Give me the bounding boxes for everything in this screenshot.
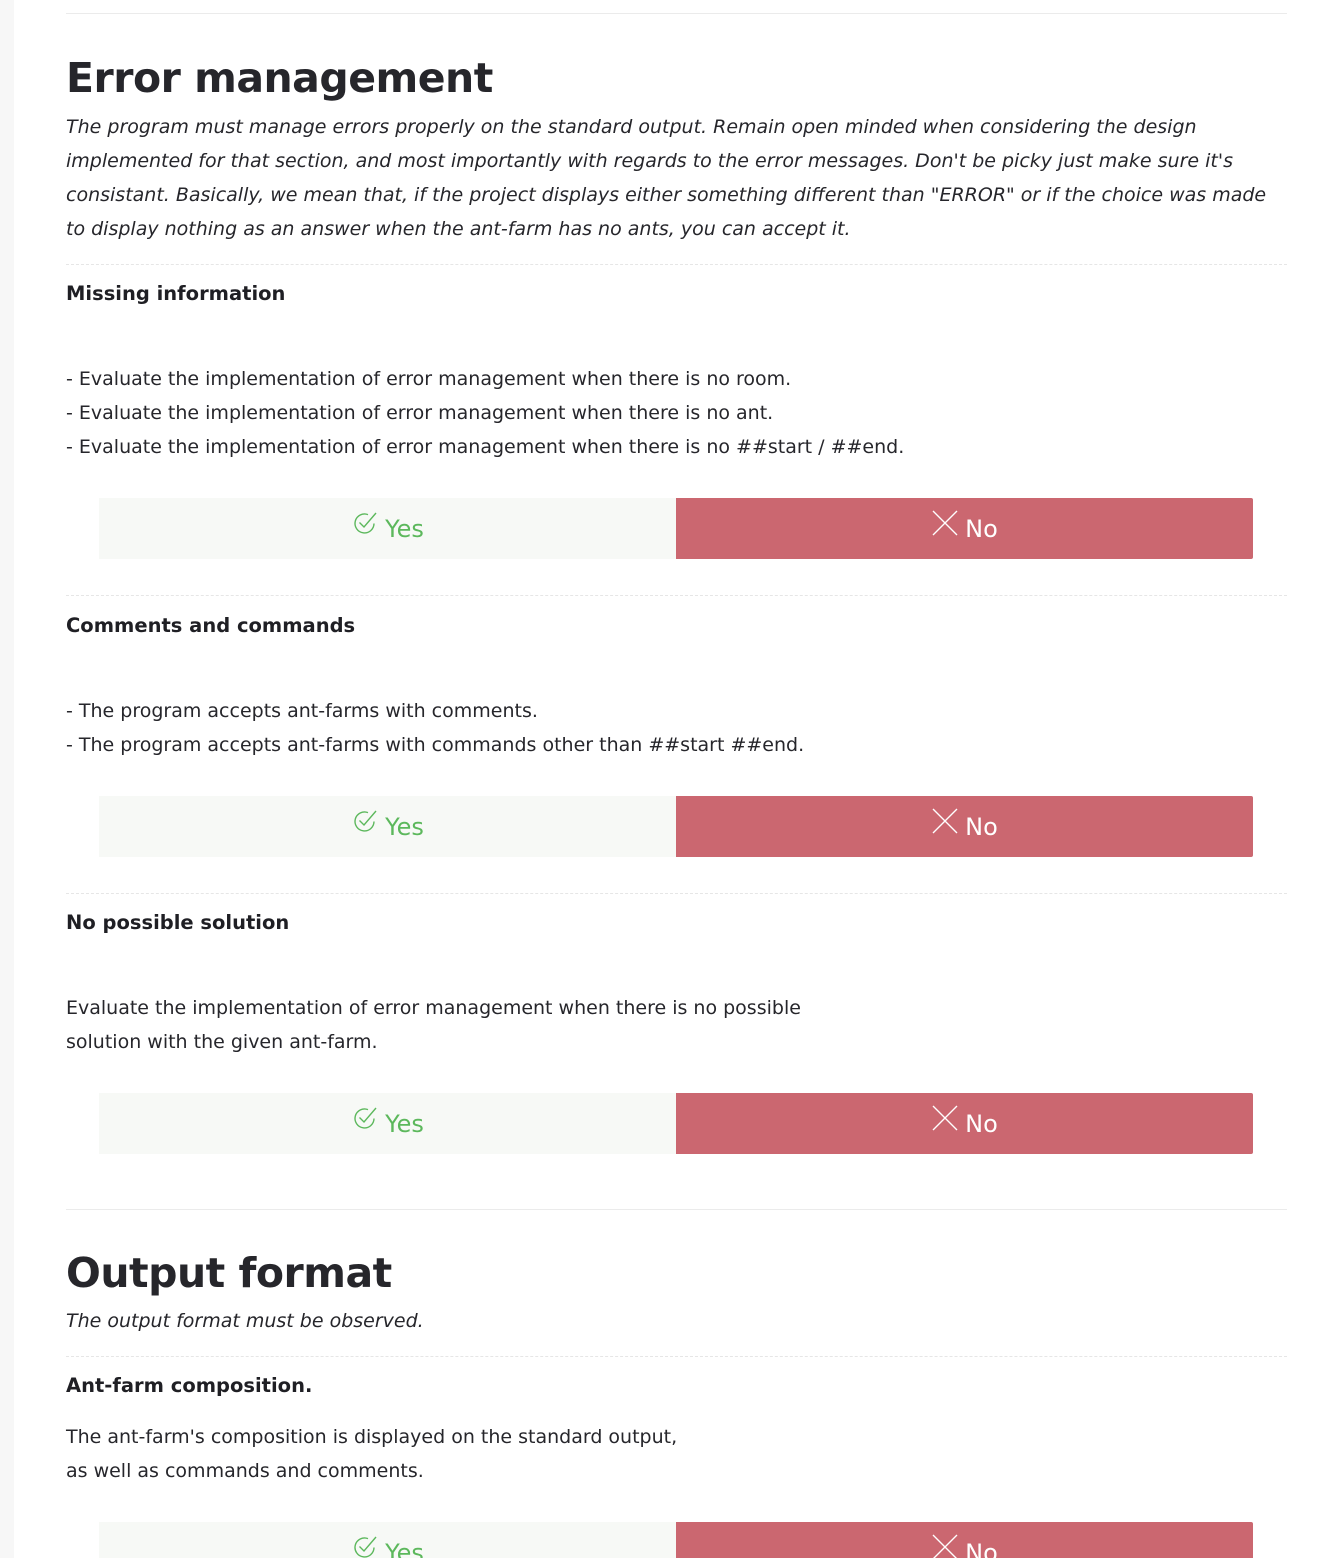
question-line: - Evaluate the implementation of error m…: [66, 402, 774, 424]
yes-button-label: Yes: [385, 514, 424, 543]
answer-buttons-comments-and-commands: Yes No: [99, 796, 1253, 857]
no-button[interactable]: No: [676, 796, 1253, 857]
yes-button[interactable]: Yes: [99, 1093, 676, 1154]
section-divider: [66, 1209, 1287, 1210]
question-body-ant-farm-composition: The ant-farm's composition is displayed …: [66, 1420, 677, 1488]
question-title-no-possible-solution: No possible solution: [66, 911, 290, 934]
no-button-label: No: [965, 812, 998, 841]
question-divider: [66, 893, 1287, 894]
yes-button[interactable]: Yes: [99, 796, 676, 857]
question-title-missing-information: Missing information: [66, 282, 286, 305]
question-line: - Evaluate the implementation of error m…: [66, 368, 792, 390]
section-description-error-management: The program must manage errors properly …: [66, 116, 1267, 240]
evaluation-page: Error management The program must manage…: [14, 0, 1332, 1558]
check-circle-icon: [354, 1536, 377, 1558]
question-line: - The program accepts ant-farms with com…: [66, 700, 538, 722]
yes-button-label: Yes: [385, 812, 424, 841]
section-description-output-format: The output format must be observed.: [66, 1310, 424, 1332]
no-button[interactable]: No: [676, 1522, 1253, 1558]
no-button-label: No: [965, 1109, 998, 1138]
yes-button-label: Yes: [385, 1109, 424, 1138]
check-circle-icon: [354, 1107, 377, 1129]
answer-buttons-no-possible-solution: Yes No: [99, 1093, 1253, 1154]
no-button-label: No: [965, 1538, 998, 1558]
check-circle-icon: [354, 810, 377, 832]
close-icon: [932, 1534, 958, 1558]
question-line: Evaluate the implementation of error man…: [66, 997, 801, 1019]
top-divider: [66, 13, 1287, 14]
no-button[interactable]: No: [676, 1093, 1253, 1154]
question-body-missing-information: - Evaluate the implementation of error m…: [66, 362, 904, 464]
no-button-label: No: [965, 514, 998, 543]
question-divider: [66, 595, 1287, 596]
close-icon: [932, 808, 958, 833]
question-body-no-possible-solution: Evaluate the implementation of error man…: [66, 991, 801, 1059]
question-line: solution with the given ant-farm.: [66, 1031, 378, 1053]
answer-buttons-missing-information: Yes No: [99, 498, 1253, 559]
question-line: - Evaluate the implementation of error m…: [66, 436, 905, 458]
question-title-comments-and-commands: Comments and commands: [66, 614, 356, 637]
close-icon: [932, 1105, 958, 1130]
question-divider: [66, 264, 1287, 265]
yes-button-label: Yes: [385, 1538, 424, 1558]
section-title-output-format: Output format: [66, 1249, 392, 1297]
answer-buttons-ant-farm-composition: Yes No: [99, 1522, 1253, 1558]
question-line: as well as commands and comments.: [66, 1460, 424, 1482]
yes-button[interactable]: Yes: [99, 498, 676, 559]
close-icon: [932, 510, 958, 535]
question-title-ant-farm-composition: Ant-farm composition.: [66, 1374, 313, 1397]
question-line: - The program accepts ant-farms with com…: [66, 734, 805, 756]
question-divider: [66, 1356, 1287, 1357]
no-button[interactable]: No: [676, 498, 1253, 559]
question-body-comments-and-commands: - The program accepts ant-farms with com…: [66, 694, 804, 762]
check-circle-icon: [354, 512, 377, 534]
section-title-error-management: Error management: [66, 54, 493, 102]
yes-button[interactable]: Yes: [99, 1522, 676, 1558]
question-line: The ant-farm's composition is displayed …: [66, 1426, 678, 1448]
